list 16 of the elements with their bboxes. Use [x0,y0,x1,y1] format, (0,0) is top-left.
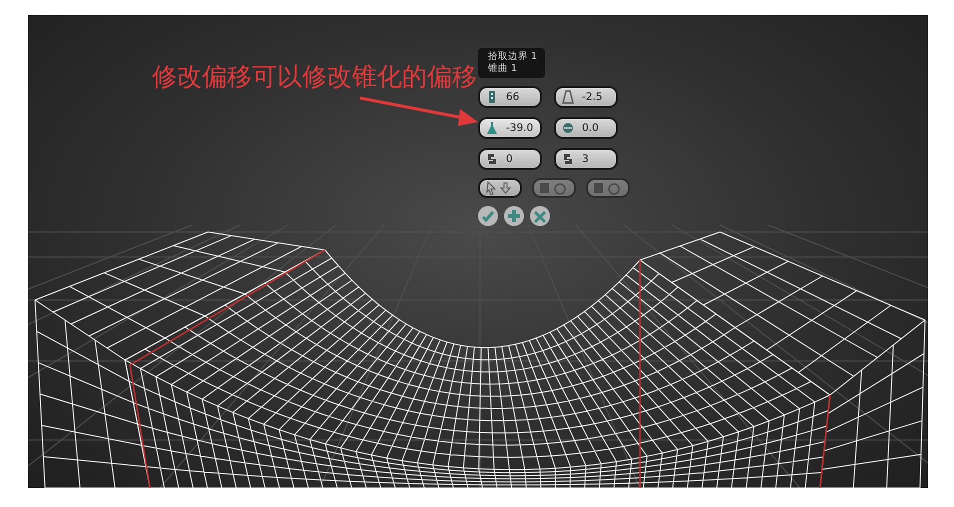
spinner-field[interactable]: -2.5 [554,86,618,108]
segments-icon [486,90,498,104]
caddy-title-line: 锥曲 1 [488,63,518,75]
spinner-field[interactable]: 0.0 [554,117,618,139]
plus-icon [505,207,523,225]
annotation-text: 修改偏移可以修改锥化的偏移 [152,61,477,93]
cancel-button[interactable] [530,206,550,226]
taper-icon [562,90,574,104]
apply-button[interactable] [504,206,524,226]
pick-button[interactable] [478,178,522,198]
ok-button[interactable] [478,206,498,226]
spinner-field[interactable]: 66 [478,86,542,108]
spinner-field[interactable]: 3 [554,148,618,170]
spinner-field[interactable]: 0 [478,148,542,170]
caddy-title-line: 拾取边界 1 [488,51,538,63]
spinner-field[interactable]: -39.0 [478,117,542,139]
